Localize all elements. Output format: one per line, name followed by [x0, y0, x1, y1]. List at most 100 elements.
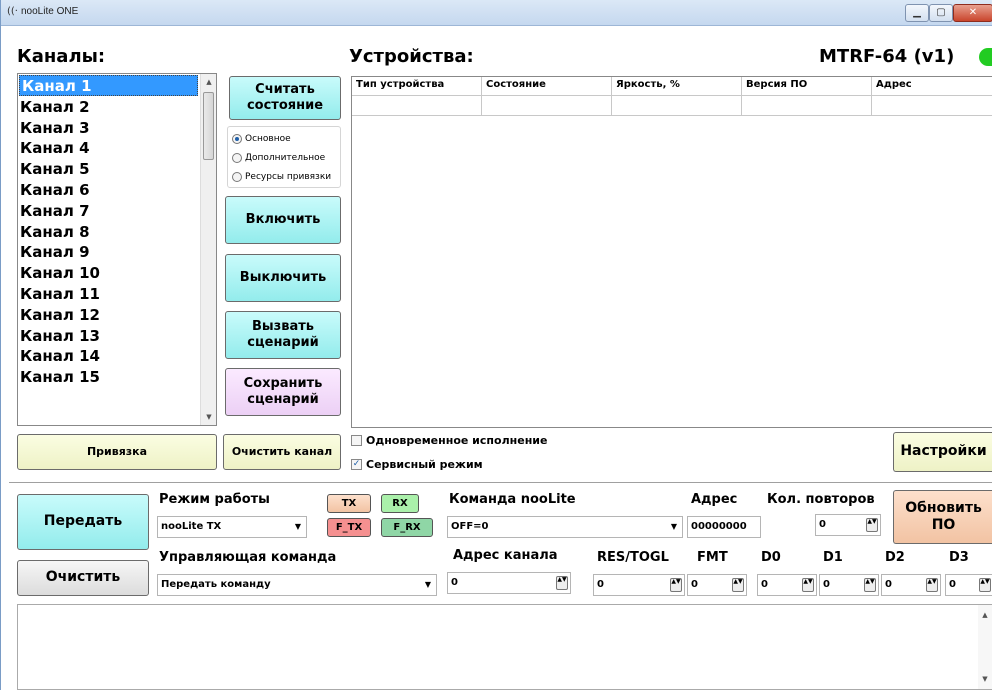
table-cell[interactable]	[742, 96, 872, 116]
repeats-stepper[interactable]: 0 ▲▼	[815, 514, 881, 536]
d3-label: D3	[949, 550, 969, 565]
channel-item[interactable]: Канал 1	[19, 75, 198, 96]
clear-channel-button[interactable]: Очистить канал	[223, 434, 341, 470]
channel-item[interactable]: Канал 3	[18, 118, 216, 139]
command-label: Команда nooLite	[449, 492, 576, 507]
close-button[interactable]: ✕	[953, 4, 992, 22]
minimize-button[interactable]: ▁	[905, 4, 929, 22]
devices-table[interactable]: Тип устройства Состояние Яркость, % Верс…	[351, 76, 992, 428]
res-togl-label: RES/TOGL	[597, 550, 669, 565]
channel-item[interactable]: Канал 15	[18, 367, 216, 388]
checkbox-unchecked-icon	[351, 435, 362, 446]
channel-list-scrollbar[interactable]: ▲ ▼	[200, 74, 216, 425]
d2-label: D2	[885, 550, 905, 565]
channels-heading: Каналы:	[17, 46, 106, 67]
chevron-down-icon: ▼	[294, 522, 301, 531]
channel-list[interactable]: Канал 1 Канал 2 Канал 3 Канал 4 Канал 5 …	[17, 73, 217, 426]
channel-item[interactable]: Канал 14	[18, 346, 216, 367]
channel-item[interactable]: Канал 2	[18, 97, 216, 118]
command-select[interactable]: OFF=0 ▼	[447, 516, 683, 538]
address-field[interactable]: 00000000	[687, 516, 761, 538]
table-cell[interactable]	[872, 96, 992, 116]
read-mode-radio-group: Основное Дополнительное Ресурсы привязки	[227, 126, 341, 188]
d3-stepper[interactable]: 0 ▲▼	[945, 574, 992, 596]
clear-button[interactable]: Очистить	[17, 560, 149, 596]
column-header[interactable]: Яркость, %	[612, 77, 742, 96]
column-header[interactable]: Адрес	[872, 77, 992, 96]
spin-arrows-icon[interactable]: ▲▼	[556, 576, 568, 590]
update-firmware-button[interactable]: Обновить ПО	[893, 490, 992, 544]
tx-indicator: TX	[327, 494, 371, 513]
channel-item[interactable]: Канал 7	[18, 201, 216, 222]
d0-label: D0	[761, 550, 781, 565]
radio-binding-resources[interactable]: Ресурсы привязки	[232, 172, 331, 182]
column-header[interactable]: Версия ПО	[742, 77, 872, 96]
spin-arrows-icon[interactable]: ▲▼	[866, 518, 878, 532]
fmt-stepper[interactable]: 0 ▲▼	[687, 574, 747, 596]
channel-item[interactable]: Канал 6	[18, 180, 216, 201]
channel-address-label: Адрес канала	[453, 548, 558, 563]
title-bar: ((· nooLite ONE ▁ ▢ ✕	[1, 0, 992, 26]
frx-indicator: F_RX	[381, 518, 433, 537]
device-model: MTRF-64 (v1)	[819, 46, 955, 67]
scroll-thumb[interactable]	[203, 92, 214, 160]
mode-select[interactable]: nooLite TX ▼	[157, 516, 307, 538]
scroll-up-icon[interactable]: ▲	[201, 74, 216, 90]
radio-waves-icon: ((·	[7, 6, 18, 17]
service-mode-checkbox[interactable]: ✓ Сервисный режим	[351, 458, 483, 471]
radio-main[interactable]: Основное	[232, 134, 291, 144]
log-output[interactable]: ▲ ▼	[17, 604, 992, 690]
column-header[interactable]: Состояние	[482, 77, 612, 96]
spin-arrows-icon[interactable]: ▲▼	[670, 578, 682, 592]
column-header[interactable]: Тип устройства	[352, 77, 482, 96]
turn-on-button[interactable]: Включить	[225, 196, 341, 244]
mode-label: Режим работы	[159, 492, 270, 507]
scroll-down-icon[interactable]: ▼	[978, 671, 992, 687]
log-scrollbar[interactable]: ▲ ▼	[978, 605, 992, 689]
channel-item[interactable]: Канал 4	[18, 138, 216, 159]
channel-item[interactable]: Канал 5	[18, 159, 216, 180]
devices-heading: Устройства:	[349, 46, 474, 67]
radio-empty-icon	[232, 172, 242, 182]
spin-arrows-icon[interactable]: ▲▼	[926, 578, 938, 592]
res-togl-stepper[interactable]: 0 ▲▼	[593, 574, 685, 596]
channel-item[interactable]: Канал 8	[18, 222, 216, 243]
read-state-button[interactable]: Считать состояние	[229, 76, 341, 120]
channel-item[interactable]: Канал 10	[18, 263, 216, 284]
table-cell[interactable]	[612, 96, 742, 116]
maximize-button[interactable]: ▢	[929, 4, 953, 22]
table-cell[interactable]	[482, 96, 612, 116]
bind-button[interactable]: Привязка	[17, 434, 217, 470]
chevron-down-icon: ▼	[424, 580, 431, 589]
scroll-up-icon[interactable]: ▲	[978, 607, 992, 623]
save-scenario-button[interactable]: Сохранить сценарий	[225, 368, 341, 416]
d2-stepper[interactable]: 0 ▲▼	[881, 574, 941, 596]
channel-item[interactable]: Канал 11	[18, 284, 216, 305]
call-scenario-button[interactable]: Вызвать сценарий	[225, 311, 341, 359]
d1-stepper[interactable]: 0 ▲▼	[819, 574, 879, 596]
radio-additional[interactable]: Дополнительное	[232, 153, 325, 163]
turn-off-button[interactable]: Выключить	[225, 254, 341, 302]
control-command-select[interactable]: Передать команду ▼	[157, 574, 437, 596]
connection-status-indicator	[979, 48, 992, 66]
control-command-label: Управляющая команда	[159, 550, 337, 565]
scroll-down-icon[interactable]: ▼	[201, 409, 216, 425]
repeats-label: Кол. повторов	[767, 492, 875, 507]
spin-arrows-icon[interactable]: ▲▼	[802, 578, 814, 592]
channel-address-stepper[interactable]: 0 ▲▼	[447, 572, 571, 594]
address-label: Адрес	[691, 492, 738, 507]
table-cell[interactable]	[352, 96, 482, 116]
channel-item[interactable]: Канал 9	[18, 242, 216, 263]
simultaneous-checkbox[interactable]: Одновременное исполнение	[351, 434, 547, 447]
spin-arrows-icon[interactable]: ▲▼	[732, 578, 744, 592]
settings-button[interactable]: Настройки	[893, 432, 992, 472]
spin-arrows-icon[interactable]: ▲▼	[979, 578, 991, 592]
channel-item[interactable]: Канал 13	[18, 326, 216, 347]
window-title: nooLite ONE	[21, 6, 79, 17]
spin-arrows-icon[interactable]: ▲▼	[864, 578, 876, 592]
send-button[interactable]: Передать	[17, 494, 149, 550]
rx-indicator: RX	[381, 494, 419, 513]
chevron-down-icon: ▼	[670, 522, 677, 531]
d0-stepper[interactable]: 0 ▲▼	[757, 574, 817, 596]
channel-item[interactable]: Канал 12	[18, 305, 216, 326]
